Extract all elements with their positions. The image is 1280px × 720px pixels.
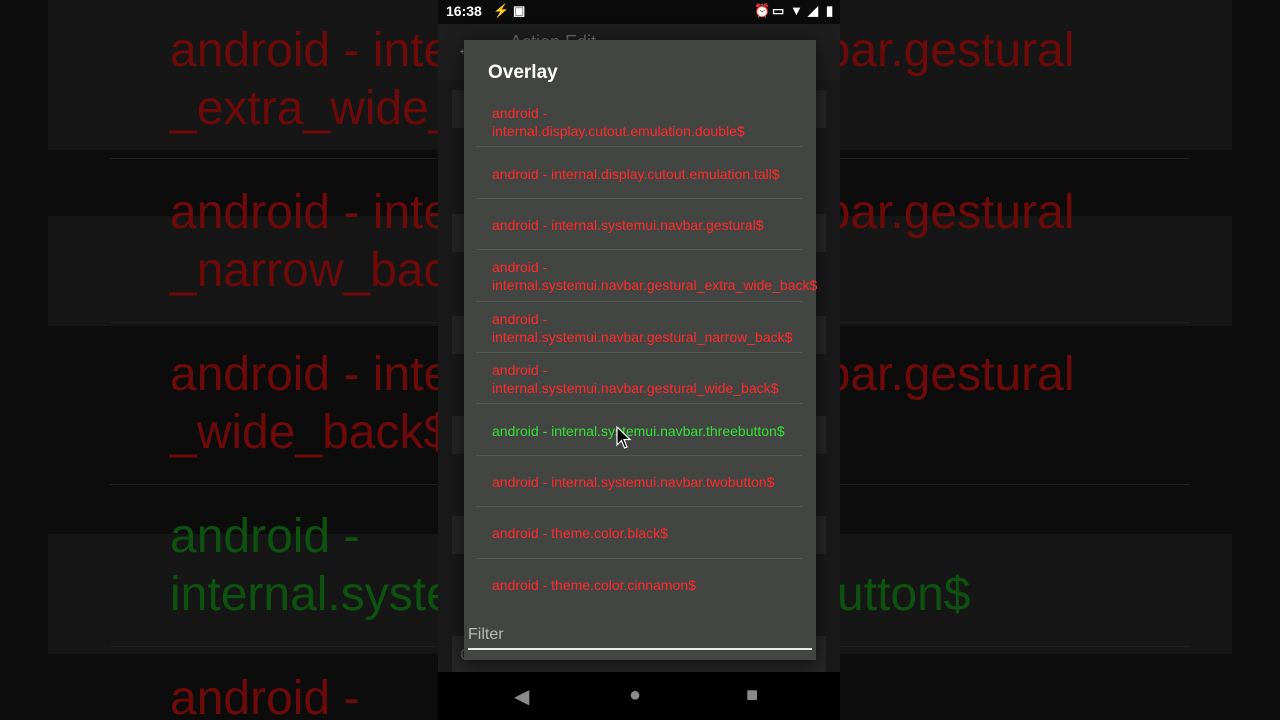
overlay-item-label: android - internal.systemui.navbar.three… bbox=[492, 422, 785, 439]
dialog-title: Overlay bbox=[488, 62, 558, 83]
cast-icon: ▭ bbox=[772, 3, 785, 18]
overlay-item-label: android - theme.color.cinnamon$ bbox=[492, 577, 696, 594]
wifi-icon: ▼ bbox=[790, 3, 803, 18]
screenshot-icon: ▣ bbox=[513, 3, 526, 18]
battery-icon: ▮ bbox=[826, 3, 834, 18]
status-bar: 16:38 ⚡ ▣ ⏰ ▭ ▼ ◢ ▮ bbox=[438, 0, 840, 24]
overlay-item[interactable]: android - internal.systemui.navbar.gestu… bbox=[476, 250, 818, 302]
system-nav-bar: ◀ ● ■ bbox=[438, 672, 840, 720]
signal-icon: ◢ bbox=[808, 3, 818, 18]
phone-screen: 16:38 ⚡ ▣ ⏰ ▭ ▼ ◢ ▮ ← Action Edit ⋮ Cont… bbox=[438, 0, 840, 720]
filter-input[interactable]: Filter bbox=[468, 626, 812, 650]
overlay-item-label: android - internal.display.cutout.emulat… bbox=[492, 165, 780, 182]
overlay-item-label: android - internal.systemui.navbar.gestu… bbox=[492, 259, 818, 294]
overlay-item[interactable]: android - internal.display.cutout.emulat… bbox=[476, 147, 802, 199]
nav-back-icon[interactable]: ◀ bbox=[514, 684, 529, 709]
overlay-item-label: android - internal.display.cutout.emulat… bbox=[492, 105, 745, 140]
overlay-item[interactable]: android - internal.systemui.navbar.gestu… bbox=[476, 353, 802, 405]
overlay-item-label: android - internal.systemui.navbar.gestu… bbox=[492, 216, 764, 233]
overlay-item-label: android - internal.systemui.navbar.gestu… bbox=[492, 362, 779, 397]
flash-icon: ⚡ bbox=[493, 3, 510, 18]
overlay-item-label: android - internal.systemui.navbar.gestu… bbox=[492, 310, 793, 345]
mouse-pointer-icon bbox=[616, 426, 632, 449]
alarm-icon: ⏰ bbox=[754, 3, 771, 18]
background-item: android - bbox=[170, 672, 360, 720]
overlay-item[interactable]: android - internal.systemui.navbar.twobu… bbox=[476, 456, 802, 508]
overlay-item[interactable]: android - internal.systemui.navbar.gestu… bbox=[476, 302, 802, 353]
overlay-dialog: Overlay android - internal.display.cutou… bbox=[464, 40, 818, 660]
overlay-item[interactable]: android - theme.color.cinnamon$ bbox=[476, 559, 802, 610]
overlay-item[interactable]: android - internal.display.cutout.emulat… bbox=[476, 96, 802, 148]
overlay-list[interactable]: android - internal.display.cutout.emulat… bbox=[476, 96, 818, 610]
nav-recents-icon[interactable]: ■ bbox=[746, 684, 758, 707]
overlay-item-enabled[interactable]: android - internal.systemui.navbar.three… bbox=[476, 404, 802, 456]
overlay-item-label: android - theme.color.black$ bbox=[492, 525, 668, 542]
overlay-item[interactable]: android - theme.color.black$ bbox=[476, 507, 802, 559]
overlay-item-label: android - internal.systemui.navbar.twobu… bbox=[492, 473, 775, 490]
nav-home-icon[interactable]: ● bbox=[629, 684, 641, 707]
filter-placeholder: Filter bbox=[468, 626, 504, 643]
status-time: 16:38 bbox=[446, 3, 482, 19]
overlay-item[interactable]: android - internal.systemui.navbar.gestu… bbox=[476, 199, 802, 251]
